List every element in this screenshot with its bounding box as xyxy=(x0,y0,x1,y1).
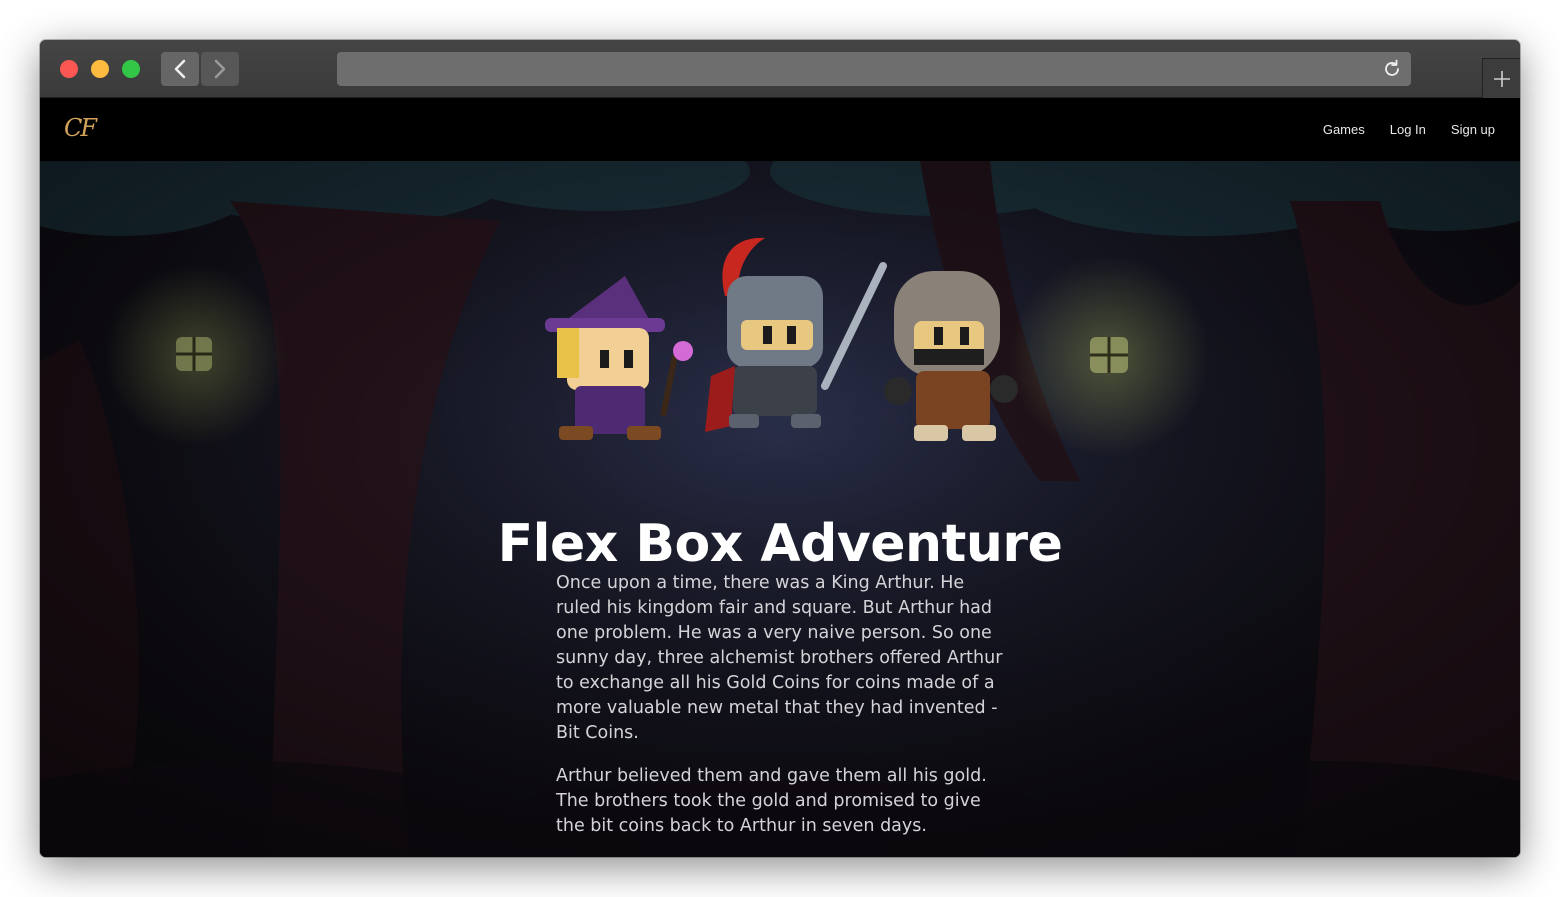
chevron-right-icon xyxy=(214,59,226,79)
reload-icon[interactable] xyxy=(1381,58,1403,80)
minimize-window-button[interactable] xyxy=(91,60,109,78)
story-paragraph: Arthur believed them and gave them all h… xyxy=(556,766,987,836)
story-paragraph: Once upon a time, there was a King Arthu… xyxy=(556,573,1003,743)
nav-signup-link[interactable]: Sign up xyxy=(1451,122,1495,137)
page-title: Flex Box Adventure xyxy=(497,513,1063,574)
browser-toolbar xyxy=(40,40,1520,99)
back-button[interactable] xyxy=(161,52,199,86)
nav-login-link[interactable]: Log In xyxy=(1390,122,1426,137)
site-logo[interactable]: CF xyxy=(64,114,97,142)
zoom-window-button[interactable] xyxy=(122,60,140,78)
hero-section: Flex Box Adventure Once upon a time, the… xyxy=(40,161,1520,857)
nav-games-link[interactable]: Games xyxy=(1323,122,1365,137)
forward-button[interactable] xyxy=(201,52,239,86)
close-window-button[interactable] xyxy=(60,60,78,78)
address-bar[interactable] xyxy=(337,52,1411,86)
site-header: CF Games Log In Sign up xyxy=(40,98,1520,161)
plus-icon xyxy=(1494,71,1510,87)
new-tab-button[interactable] xyxy=(1482,58,1520,99)
story-text: Once upon a time, there was a King Arthu… xyxy=(556,571,1012,857)
browser-window: CF Games Log In Sign up Flex Box Adventu… xyxy=(40,40,1520,857)
chevron-left-icon xyxy=(174,59,186,79)
site-nav: Games Log In Sign up xyxy=(1323,122,1495,137)
